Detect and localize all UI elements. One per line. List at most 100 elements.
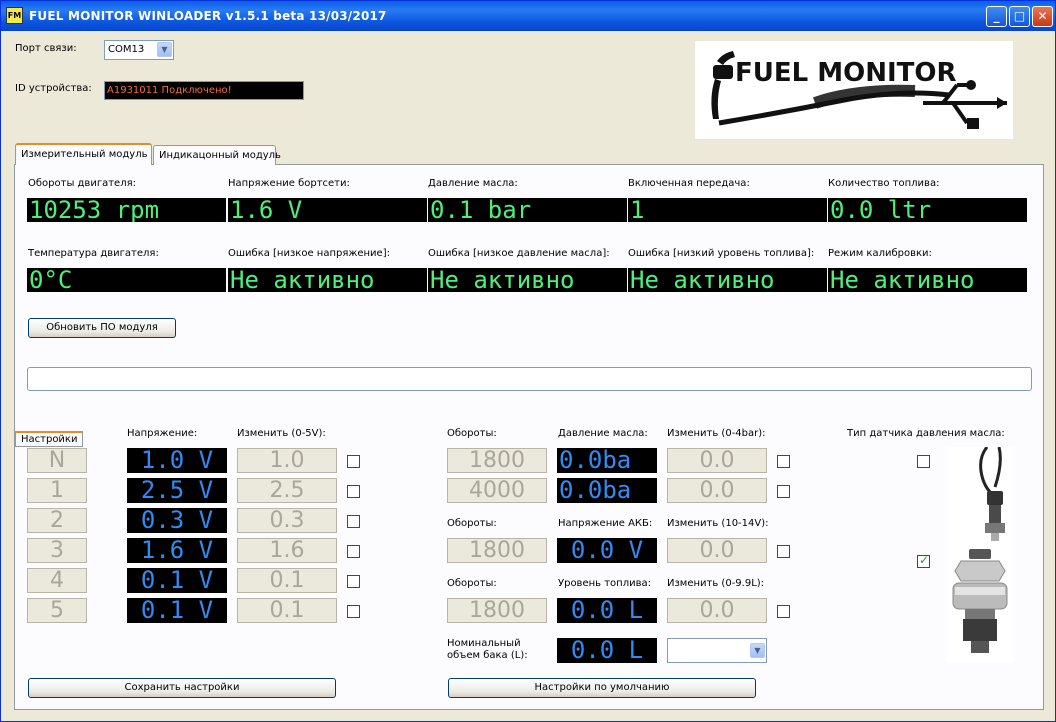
oil-pressure-value: 0.0ba [557, 448, 657, 473]
fuel-level-value: 0.0 L [557, 598, 657, 623]
rpm-display: 10253 rpm [27, 198, 226, 222]
fuel-value-header: Уровень топлива: [558, 578, 651, 589]
rpm-label: Обороты двигателя: [28, 178, 136, 189]
oil-rpm-header: Обороты: [447, 428, 497, 439]
fuel-change-header: Изменить (0-9.9L): [667, 578, 765, 589]
fuel-amount-label: Количество топлива: [828, 178, 940, 189]
fuel-level-checkbox[interactable] [777, 605, 790, 618]
battery-rpm-input[interactable]: 1800 [447, 538, 547, 563]
chevron-down-icon[interactable]: ▼ [157, 42, 172, 57]
title-bar[interactable]: FM FUEL MONITOR WINLOADER v1.5.1 beta 13… [1, 1, 1055, 31]
gear-display: 1 [628, 198, 827, 222]
oil-pressure-checkbox[interactable] [777, 485, 790, 498]
gear-voltage-input[interactable]: 0.3 [237, 508, 337, 533]
tank-volume-select[interactable]: ▼ [667, 638, 767, 663]
oil-pressure-input[interactable]: 0.0 [667, 478, 767, 503]
tank-volume-value: 0.0 L [557, 638, 657, 663]
tab-indication-module[interactable]: Индикацонный модуль [153, 145, 281, 165]
main-window: FM FUEL MONITOR WINLOADER v1.5.1 beta 13… [0, 0, 1056, 722]
maximize-button[interactable]: □ [1009, 6, 1030, 27]
app-icon: FM [6, 7, 23, 24]
gear-voltage-display: 2.5 V [127, 478, 227, 503]
temperature-label: Температура двигателя: [28, 248, 159, 259]
settings-group-title: Настройки [15, 431, 84, 447]
gear-voltage-input[interactable]: 1.6 [237, 538, 337, 563]
oil-pressure-checkbox[interactable] [777, 455, 790, 468]
oil-rpm-input[interactable]: 1800 [447, 448, 547, 473]
gear-voltage-display: 0.1 V [127, 568, 227, 593]
sensor-type-1-checkbox[interactable] [917, 455, 930, 468]
voltage-label: Напряжение бортсети: [228, 178, 350, 189]
oil-pressure-label: Давление масла: [428, 178, 518, 189]
gear-voltage-input[interactable]: 0.1 [237, 568, 337, 593]
low-voltage-error-label: Ошибка [низкое напряжение]: [228, 248, 390, 259]
fuel-rpm-header: Обороты: [447, 578, 497, 589]
pressure-sensor-2-image [947, 547, 1013, 663]
gear-voltage-display: 0.3 V [127, 508, 227, 533]
gear-voltage-input[interactable]: 2.5 [237, 478, 337, 503]
gear-cell: N [27, 448, 87, 473]
save-settings-button[interactable]: Сохранить настройки [28, 678, 336, 698]
low-oil-error-label: Ошибка [низкое давление масла]: [428, 248, 610, 259]
fuel-rpm-input[interactable]: 1800 [447, 598, 547, 623]
device-id-label: ID устройства: [15, 83, 92, 94]
gear-voltage-checkbox[interactable] [347, 575, 360, 588]
gear-voltage-checkbox[interactable] [347, 485, 360, 498]
battery-value-header: Напряжение АКБ: [558, 518, 653, 529]
fuel-amount-display: 0.0 ltr [828, 198, 1027, 222]
gear-cell: 5 [27, 598, 87, 623]
minimize-button[interactable]: _ [986, 6, 1007, 27]
low-fuel-error-label: Ошибка [низкий уровень топлива]: [628, 248, 815, 259]
low-oil-error-display: Не активно [428, 268, 627, 292]
close-button[interactable]: ✕ [1032, 6, 1053, 27]
logo-text: FUEL MONITOR [735, 58, 957, 88]
gear-voltage-display: 1.0 V [127, 448, 227, 473]
gear-voltage-checkbox[interactable] [347, 605, 360, 618]
temperature-display: 0°C [27, 268, 226, 292]
battery-voltage-input[interactable]: 0.0 [667, 538, 767, 563]
battery-rpm-header: Обороты: [447, 518, 497, 529]
tank-volume-label: Номинальный объем бака (L): [447, 638, 528, 661]
update-firmware-button[interactable]: Обновить ПО модуля [28, 318, 176, 338]
battery-change-header: Изменить (10-14V): [667, 518, 769, 529]
gear-label: Включенная передача: [628, 178, 750, 189]
calibration-mode-label: Режим калибровки: [828, 248, 932, 259]
voltage-change-header: Изменить (0-5V): [237, 428, 326, 439]
gear-voltage-checkbox[interactable] [347, 455, 360, 468]
gear-cell: 1 [27, 478, 87, 503]
sensor-type-label: Тип датчика давления масла: [847, 428, 1005, 439]
gear-cell: 3 [27, 538, 87, 563]
sensor-type-2-checkbox[interactable] [917, 553, 930, 568]
port-value: COM13 [108, 44, 145, 55]
fuel-level-input[interactable]: 0.0 [667, 598, 767, 623]
calibration-mode-display: Не активно [828, 268, 1027, 292]
voltage-display: 1.6 V [228, 198, 427, 222]
gear-voltage-checkbox[interactable] [347, 545, 360, 558]
pressure-sensor-1-image [947, 446, 1013, 547]
device-id-field: A1931011 Подключено! [104, 81, 304, 100]
voltage-header: Напряжение: [127, 428, 198, 439]
oil-pressure-display: 0.1 bar [428, 198, 627, 222]
oil-pressure-value: 0.0ba [557, 478, 657, 503]
port-select[interactable]: COM13 ▼ [104, 40, 174, 60]
battery-voltage-checkbox[interactable] [777, 545, 790, 558]
low-fuel-error-display: Не активно [628, 268, 827, 292]
oil-pressure-input[interactable]: 0.0 [667, 448, 767, 473]
gear-cell: 4 [27, 568, 87, 593]
gear-voltage-input[interactable]: 1.0 [237, 448, 337, 473]
port-label: Порт связи: [15, 43, 77, 54]
battery-voltage-value: 0.0 V [557, 538, 657, 563]
oil-change-header: Изменить (0-4bar): [667, 428, 766, 439]
default-settings-button[interactable]: Настройки по умолчанию [448, 678, 756, 698]
oil-value-header: Давление масла: [558, 428, 648, 439]
gear-voltage-checkbox[interactable] [347, 515, 360, 528]
gear-voltage-input[interactable]: 0.1 [237, 598, 337, 623]
fuel-monitor-logo: FUEL MONITOR WWW.DRZ-CLUB.RU [695, 41, 1013, 139]
oil-rpm-input[interactable]: 4000 [447, 478, 547, 503]
chevron-down-icon[interactable]: ▼ [750, 643, 765, 658]
gear-voltage-display: 0.1 V [127, 598, 227, 623]
gear-voltage-display: 1.6 V [127, 538, 227, 563]
gear-cell: 2 [27, 508, 87, 533]
progress-bar [27, 367, 1032, 391]
tab-measuring-module[interactable]: Измерительный модуль [15, 143, 152, 165]
